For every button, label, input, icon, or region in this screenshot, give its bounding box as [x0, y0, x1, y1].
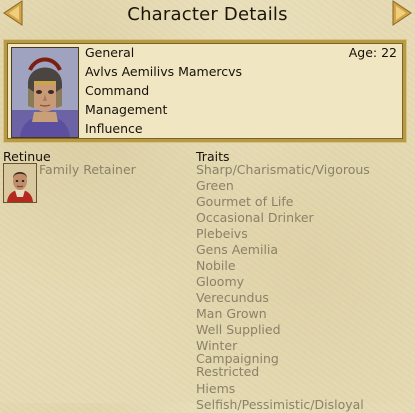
trait-item[interactable]: Gens Aemilia: [196, 242, 396, 258]
character-name: Avlvs Aemilivs Mamercvs: [85, 64, 243, 79]
trait-item[interactable]: Verecundus: [196, 290, 396, 306]
arrow-right-icon: [392, 0, 412, 26]
stat-influence: Influence: [85, 121, 143, 136]
character-age: Age: 22: [348, 45, 397, 60]
retinue-item-label: Family Retainer: [39, 162, 136, 177]
retainer-portrait[interactable]: [3, 163, 37, 203]
trait-item[interactable]: Sharp/Charismatic/Vigorous: [196, 162, 396, 178]
trait-item[interactable]: Hiems: [196, 381, 396, 397]
next-character-button[interactable]: [391, 0, 413, 26]
stat-management: Management: [85, 102, 168, 117]
character-rank: General: [85, 45, 135, 60]
trait-item[interactable]: Nobile: [196, 258, 396, 274]
trait-item[interactable]: Well Supplied: [196, 322, 396, 338]
trait-item[interactable]: Man Grown: [196, 306, 396, 322]
trait-item[interactable]: Occasional Drinker: [196, 210, 396, 226]
character-panel: General Age: 22 Avlvs Aemilivs Mamercvs …: [4, 40, 406, 142]
trait-item[interactable]: Green: [196, 178, 396, 194]
trait-item[interactable]: Gourmet of Life: [196, 194, 396, 210]
stat-command: Command: [85, 83, 150, 98]
page-title: Character Details: [127, 4, 288, 25]
trait-item[interactable]: Selfish/Pessimistic/Disloyal: [196, 397, 396, 413]
trait-item[interactable]: Winter Campaigning Restricted: [196, 339, 321, 378]
general-portrait: [11, 47, 79, 138]
trait-item[interactable]: Gloomy: [196, 274, 396, 290]
trait-item[interactable]: Plebeivs: [196, 226, 396, 242]
traits-list: Sharp/Charismatic/Vigorous Green Gourmet…: [196, 162, 396, 413]
